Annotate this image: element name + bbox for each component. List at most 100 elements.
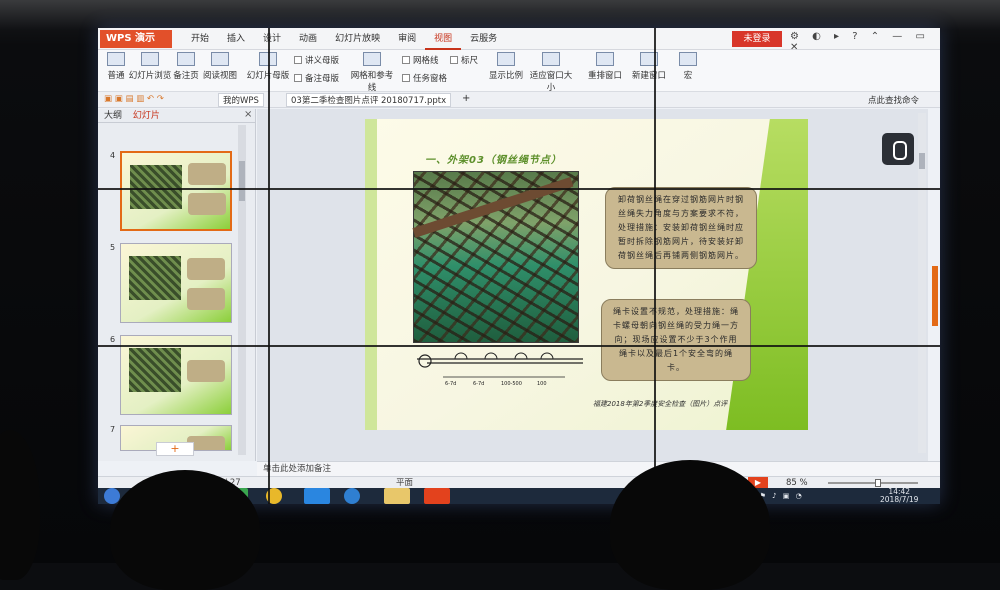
notes-page-button[interactable]: 备注页: [172, 52, 200, 81]
site-photo: [412, 171, 579, 343]
reading-view-button[interactable]: 阅读视图: [202, 52, 238, 81]
tab-my-wps[interactable]: 我的WPS: [218, 93, 264, 107]
ceiling: [0, 0, 1000, 30]
mouse-icon[interactable]: [882, 133, 914, 165]
slide-sorter-label: 幻灯片浏览: [128, 71, 172, 81]
slide-title: 一、外架03（钢丝绳节点）: [425, 155, 562, 166]
ruler-check-icon: [450, 56, 458, 64]
add-slide-button[interactable]: +: [156, 442, 194, 456]
close-panel-icon[interactable]: ×: [244, 109, 252, 120]
task-pane-checkbox[interactable]: 任务窗格: [402, 72, 447, 84]
tab-home[interactable]: 开始: [182, 28, 218, 50]
slide-sorter-button[interactable]: 幻灯片浏览: [128, 52, 172, 81]
magnifier-icon: [497, 52, 515, 66]
fit-window-icon: [542, 52, 560, 66]
gridlines-checkbox[interactable]: 网格线: [402, 54, 439, 66]
normal-view-icon: [107, 52, 125, 66]
diagram-label: 100: [537, 381, 547, 387]
display-bezel: [654, 28, 656, 504]
tab-slideshow[interactable]: 幻灯片放映: [326, 28, 389, 50]
tab-view[interactable]: 视图: [425, 28, 462, 50]
notes-master-button[interactable]: 备注母版: [294, 72, 339, 84]
macro-label: 宏: [683, 71, 693, 81]
ie-icon[interactable]: [344, 488, 360, 504]
wps-presentation-icon[interactable]: [424, 488, 450, 504]
tab-animation[interactable]: 动画: [290, 28, 326, 50]
ruler-label: 标尺: [461, 56, 479, 66]
grid-guides-label: 网格和参考线: [350, 71, 394, 93]
tab-design[interactable]: 设计: [254, 28, 290, 50]
side-panel-handle[interactable]: [932, 266, 938, 326]
zoom-slider[interactable]: [828, 479, 918, 487]
current-slide[interactable]: 一、外架03（钢丝绳节点） 6-7d 6-7d 100-500 100 卸荷钢丝…: [365, 119, 808, 430]
display-bezel: [268, 28, 270, 504]
tab-insert[interactable]: 插入: [218, 28, 254, 50]
tab-document[interactable]: 03第二季检查图片点评 20180717.pptx: [286, 93, 452, 107]
normal-view-button[interactable]: 普通: [102, 52, 130, 81]
new-window-label: 新建窗口: [631, 71, 666, 81]
zoom-ratio-button[interactable]: 显示比例: [488, 52, 524, 81]
audience-head: [610, 460, 770, 590]
grid-guides-icon: [363, 52, 381, 66]
diagram-label: 100-500: [501, 381, 522, 387]
arrange-window-label: 重排窗口: [587, 71, 622, 81]
tab-review[interactable]: 审阅: [389, 28, 425, 50]
wps-app-menu-button[interactable]: WPS 演示: [100, 30, 172, 48]
display-bezel: [98, 345, 940, 347]
notes-pane[interactable]: 单击此处添加备注: [257, 461, 940, 476]
slide-thumbnail[interactable]: [120, 335, 232, 415]
outline-tab[interactable]: 大纲: [104, 111, 122, 121]
macro-button[interactable]: 宏: [676, 52, 700, 81]
fit-window-button[interactable]: 适应窗口大小: [526, 52, 576, 93]
qat-tools-icon[interactable]: ▣ ▣ ▤ ▥ ↶ ↷: [104, 94, 164, 104]
clock-date: 2018/7/19: [880, 495, 919, 504]
arrange-window-icon: [596, 52, 614, 66]
thumb-number: 4: [110, 151, 116, 160]
taskbar-clock[interactable]: 14:42 2018/7/19: [880, 488, 918, 504]
arrange-window-button[interactable]: 重排窗口: [584, 52, 626, 81]
panel-scrollbar[interactable]: [238, 125, 246, 455]
login-button[interactable]: 未登录: [732, 31, 782, 47]
canvas-scrollbar[interactable]: [918, 113, 926, 453]
wire-clamp-diagram: 6-7d 6-7d 100-500 100: [417, 352, 583, 387]
fit-window-label: 适应窗口大小: [529, 71, 573, 93]
canvas-scrollbar-thumb[interactable]: [919, 153, 925, 169]
slide-thumbnail[interactable]: [120, 243, 232, 323]
slide-green-band: [726, 119, 808, 430]
macro-icon: [679, 52, 697, 66]
notes-page-icon: [177, 52, 195, 66]
notes-master-icon: [294, 74, 302, 82]
new-window-button[interactable]: 新建窗口: [628, 52, 670, 81]
notes-master-label: 备注母版: [305, 74, 340, 84]
slides-tab[interactable]: 幻灯片: [133, 111, 160, 121]
handout-master-button[interactable]: 讲义母版: [294, 54, 339, 66]
photo-steel-beam: [412, 176, 574, 238]
room-background: WPS 演示 开始 插入 设计 动画 幻灯片放映 审阅 视图 云服务 未登录 ⚙…: [0, 0, 1000, 590]
slide-thumbnail[interactable]: [120, 151, 232, 231]
normal-view-label: 普通: [107, 71, 125, 81]
thumb-number: 5: [110, 243, 116, 252]
diagram-label: 6-7d: [473, 381, 484, 387]
slides-panel: 大纲 幻灯片 × 4 5 6 7 +: [98, 109, 256, 461]
thumb-number: 6: [110, 335, 116, 344]
thumb-callout: [187, 258, 225, 280]
thumb-photo: [130, 165, 182, 209]
thumb-callout: [187, 360, 225, 382]
display-bezel: [98, 188, 940, 190]
audience-person: [0, 430, 40, 580]
diagram-label: 6-7d: [445, 381, 456, 387]
zoom-slider-knob[interactable]: [875, 479, 882, 487]
new-tab-icon[interactable]: +: [462, 93, 470, 104]
grid-guides-button[interactable]: 网格和参考线: [348, 52, 396, 93]
quick-access-toolbar: ▣ ▣ ▤ ▥ ↶ ↷ 我的WPS 03第二季检查图片点评 20180717.p…: [98, 92, 940, 108]
slide-left-band: [365, 119, 377, 430]
panel-scrollbar-thumb[interactable]: [239, 161, 245, 201]
panel-tabs: 大纲 幻灯片: [98, 109, 255, 123]
projected-screen: WPS 演示 开始 插入 设计 动画 幻灯片放映 审阅 视图 云服务 未登录 ⚙…: [98, 28, 940, 504]
tab-cloud[interactable]: 云服务: [461, 28, 506, 50]
baidu-icon[interactable]: [304, 488, 330, 504]
menu-tabs: 开始 插入 设计 动画 幻灯片放映 审阅 视图 云服务: [182, 28, 506, 50]
folder-icon[interactable]: [384, 488, 410, 504]
command-search[interactable]: 点此查找命令: [868, 94, 919, 106]
ruler-checkbox[interactable]: 标尺: [450, 54, 478, 66]
